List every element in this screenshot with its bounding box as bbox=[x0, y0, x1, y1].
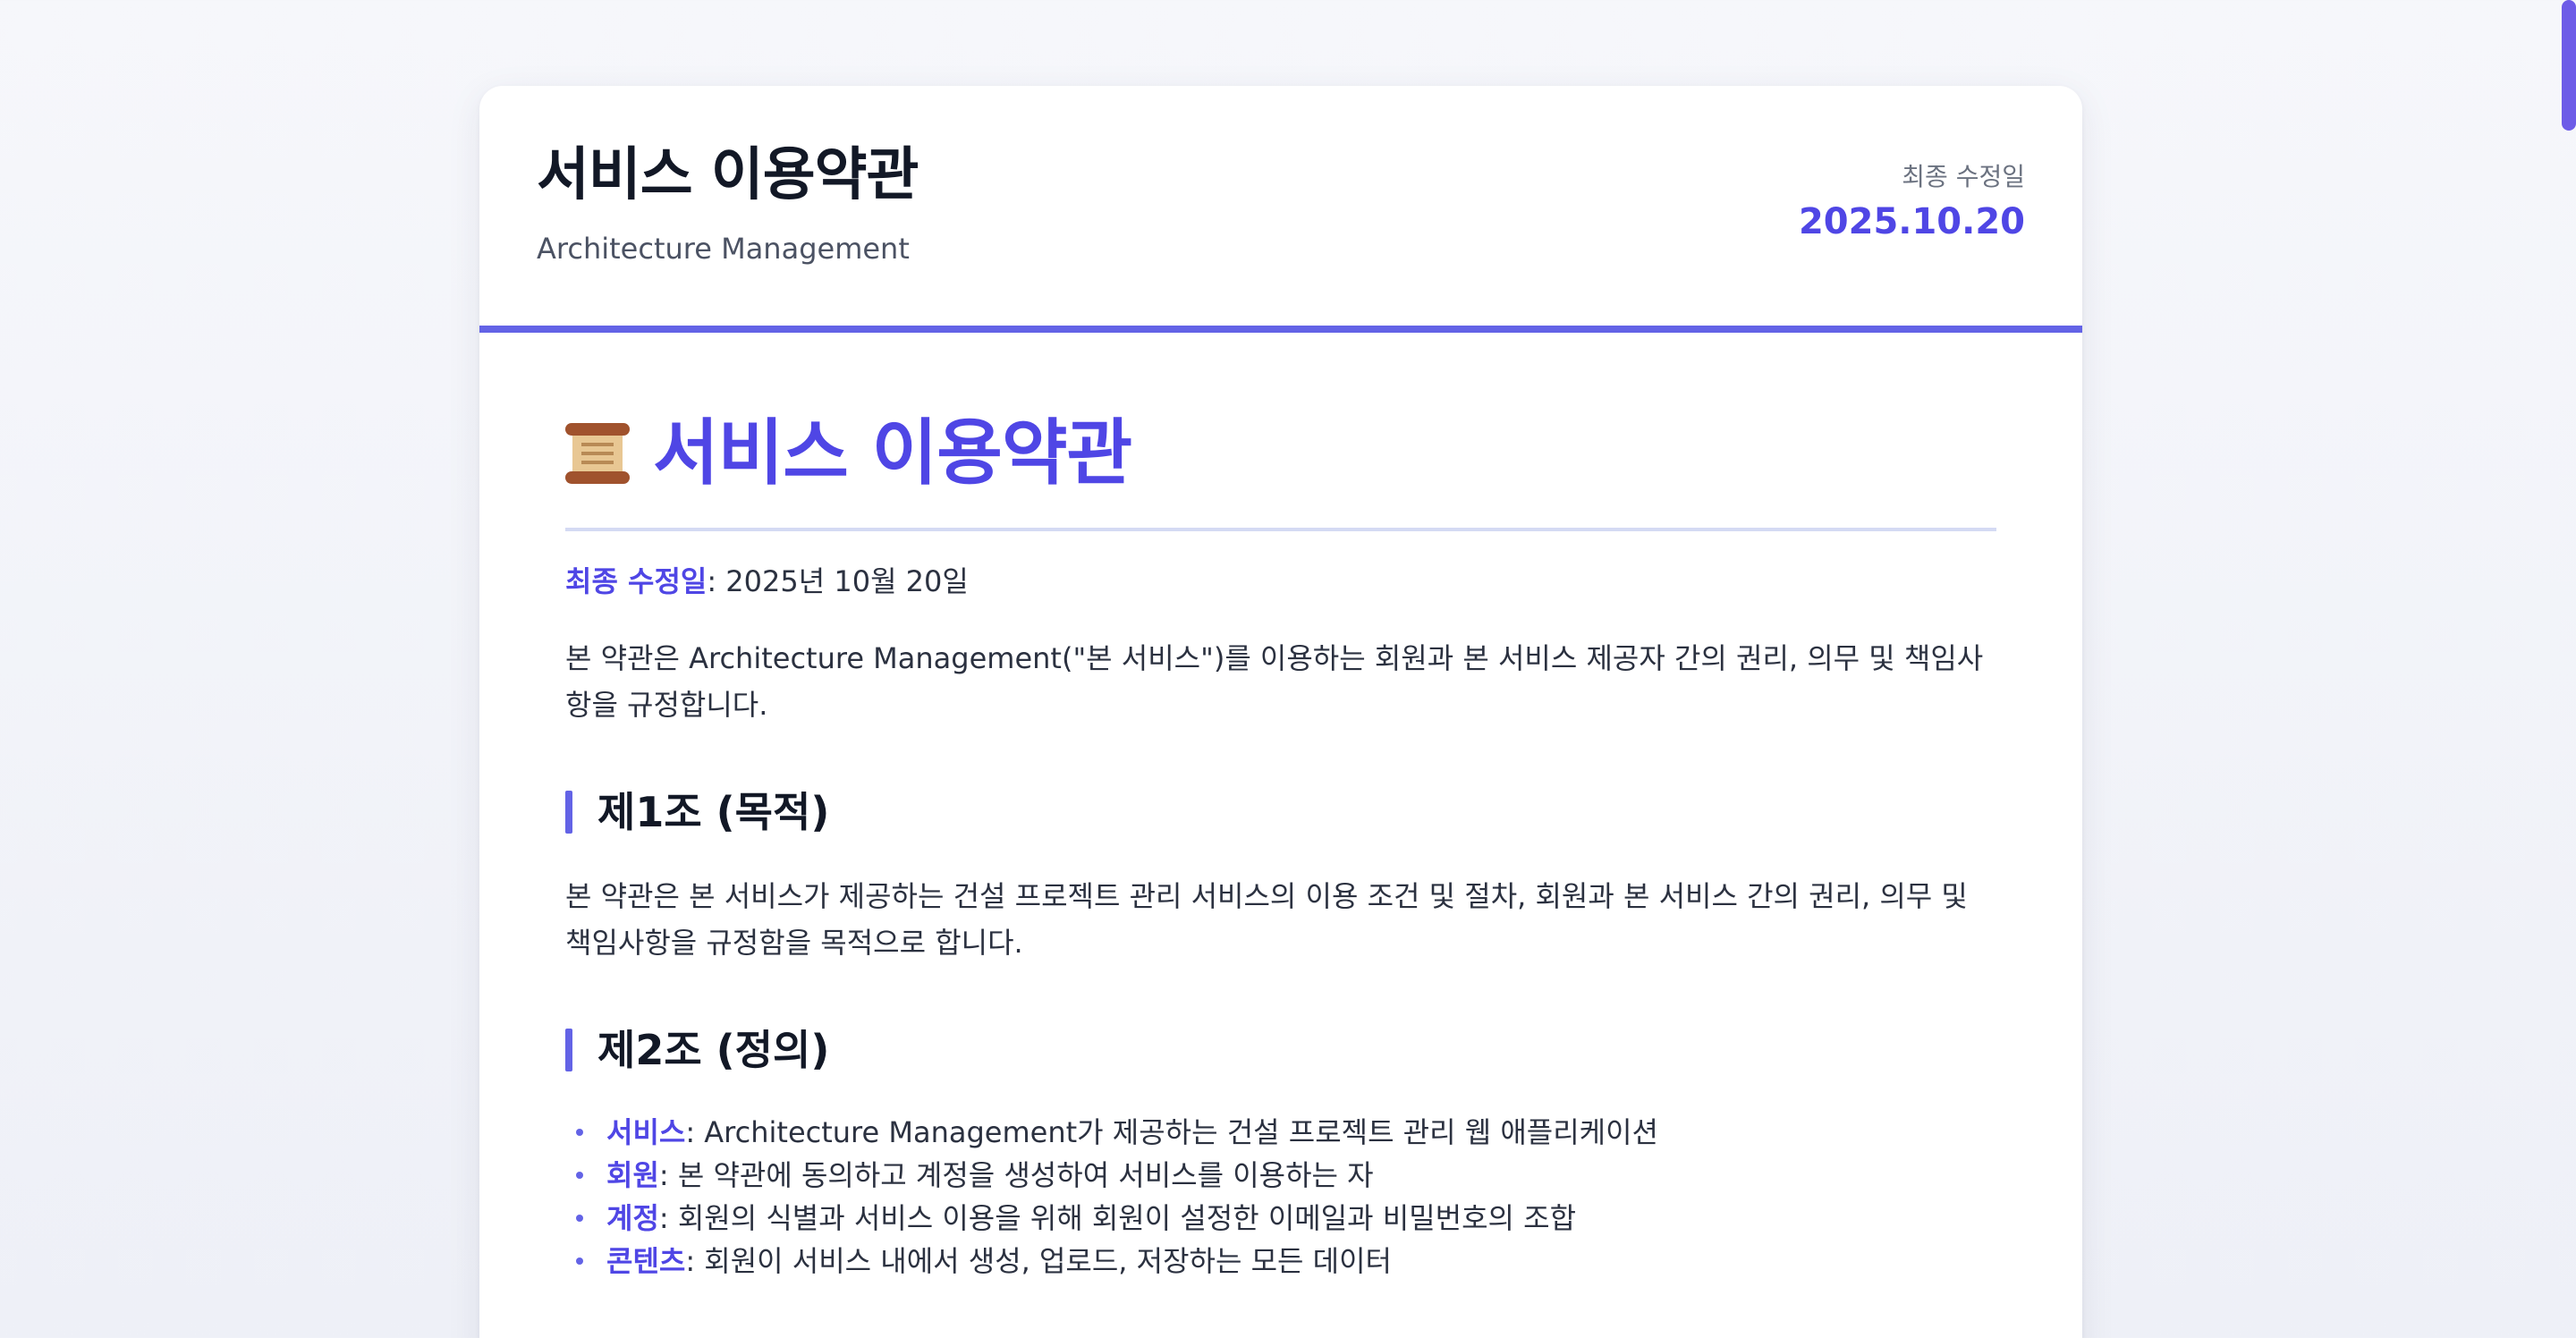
definition-term: 회원 bbox=[606, 1158, 659, 1192]
article-1-body: 본 약관은 본 서비스가 제공하는 건설 프로젝트 관리 서비스의 이용 조건 … bbox=[565, 879, 1968, 960]
page-subtitle: Architecture Management bbox=[537, 232, 910, 266]
intro-paragraph: 본 약관은 Architecture Management("본 서비스")를 … bbox=[565, 641, 1984, 722]
heading-accent-bar bbox=[565, 791, 572, 834]
definition-text: : 회원이 서비스 내에서 생성, 업로드, 저장하는 모든 데이터 bbox=[685, 1244, 1392, 1278]
scroll-icon bbox=[565, 421, 630, 486]
page-title: 서비스 이용약관 bbox=[537, 142, 919, 208]
definition-term: 콘텐츠 bbox=[606, 1244, 686, 1278]
definition-list: 서비스: Architecture Management가 제공하는 건설 프로… bbox=[565, 1111, 1996, 1283]
list-item: 계정: 회원의 식별과 서비스 이용을 위해 회원이 설정한 이메일과 비밀번호… bbox=[565, 1197, 1996, 1240]
section-heading-article-2: 제2조 (정의) bbox=[565, 1025, 1996, 1075]
last-updated-label: 최종 수정일 bbox=[1902, 162, 2025, 191]
list-item: 서비스: Architecture Management가 제공하는 건설 프로… bbox=[565, 1111, 1996, 1154]
list-item: 콘텐츠: 회원이 서비스 내에서 생성, 업로드, 저장하는 모든 데이터 bbox=[565, 1240, 1996, 1283]
heading-accent-bar bbox=[565, 1029, 572, 1071]
document-content: 서비스 이용약관 최종 수정일: 2025년 10월 20일 본 약관은 Arc… bbox=[479, 333, 2082, 1283]
section-heading-text: 제1조 (목적) bbox=[597, 788, 830, 836]
terms-card: 서비스 이용약관 Architecture Management 최종 수정일 … bbox=[479, 86, 2082, 1338]
bullet-icon bbox=[576, 1172, 583, 1179]
document-title: 서비스 이용약관 bbox=[565, 413, 1996, 531]
section-heading-text: 제2조 (정의) bbox=[597, 1026, 830, 1074]
section-heading-article-1: 제1조 (목적) bbox=[565, 787, 1996, 837]
last-updated-date: 2025.10.20 bbox=[1798, 201, 2025, 242]
definition-term: 서비스 bbox=[606, 1115, 686, 1149]
page-scrollbar[interactable] bbox=[2562, 0, 2576, 131]
definition-text: : Architecture Management가 제공하는 건설 프로젝트 … bbox=[685, 1115, 1658, 1149]
last-updated-info: 최종 수정일 2025.10.20 bbox=[1799, 140, 2025, 326]
document-meta: 최종 수정일: 2025년 10월 20일 bbox=[565, 562, 1996, 601]
header-title-group: 서비스 이용약관 Architecture Management bbox=[537, 140, 919, 326]
bullet-icon bbox=[576, 1258, 583, 1265]
definition-term: 계정 bbox=[606, 1201, 659, 1235]
bullet-icon bbox=[576, 1215, 583, 1222]
definition-text: : 회원의 식별과 서비스 이용을 위해 회원이 설정한 이메일과 비밀번호의 … bbox=[658, 1201, 1577, 1235]
bullet-icon bbox=[576, 1129, 583, 1136]
meta-value: : 2025년 10월 20일 bbox=[707, 564, 969, 598]
list-item: 회원: 본 약관에 동의하고 계정을 생성하여 서비스를 이용하는 자 bbox=[565, 1154, 1996, 1197]
meta-label: 최종 수정일 bbox=[565, 564, 708, 598]
document-title-text: 서비스 이용약관 bbox=[653, 411, 1132, 495]
definition-text: : 본 약관에 동의하고 계정을 생성하여 서비스를 이용하는 자 bbox=[658, 1158, 1374, 1192]
page-header: 서비스 이용약관 Architecture Management 최종 수정일 … bbox=[479, 86, 2082, 333]
